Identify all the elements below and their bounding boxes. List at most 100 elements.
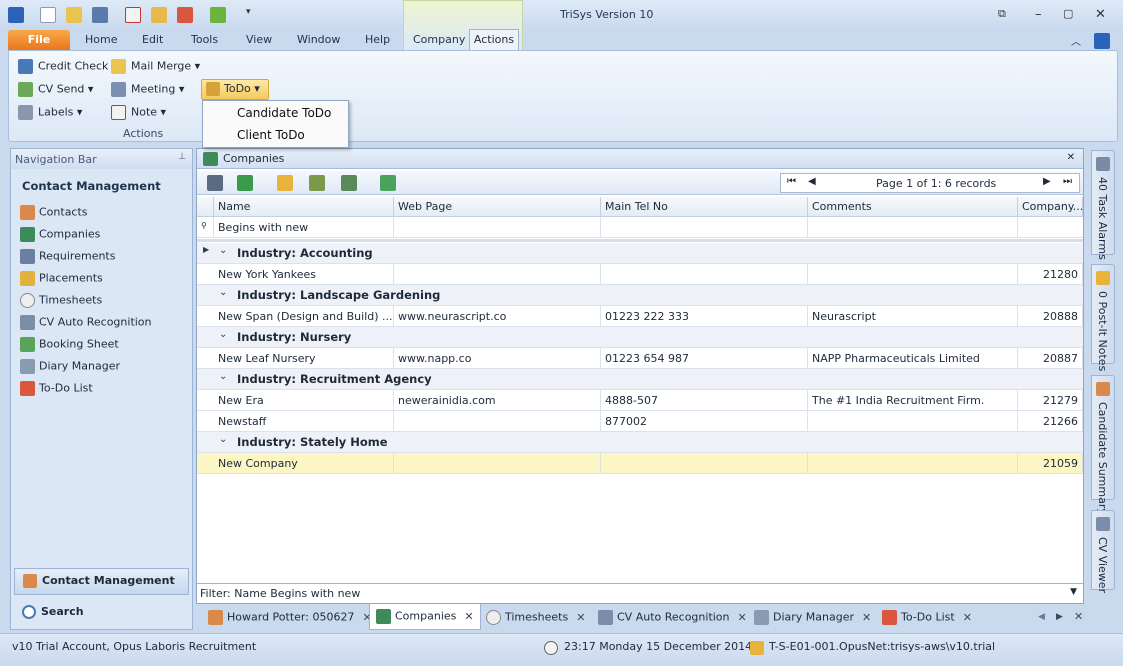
tab-edit[interactable]: Edit: [142, 33, 163, 46]
table-row-selected[interactable]: New Company 21059: [197, 453, 1083, 474]
column-header-company-id[interactable]: Company...: [1018, 197, 1083, 217]
doc-tab-diary-manager[interactable]: Diary Manager ✕: [748, 605, 877, 630]
nav-item-placements[interactable]: Placements: [20, 271, 103, 286]
open-folder-icon[interactable]: [66, 7, 82, 23]
group-row[interactable]: ⌄ Industry: Landscape Gardening: [197, 285, 1083, 306]
tab-help[interactable]: Help: [365, 33, 390, 46]
new-document-icon[interactable]: [40, 7, 56, 23]
refresh-icon[interactable]: [380, 175, 396, 191]
spell-check-icon[interactable]: [210, 7, 226, 23]
labels-button[interactable]: Labels ▾: [18, 105, 82, 120]
tab-company[interactable]: Company: [413, 33, 465, 46]
group-by-icon[interactable]: [309, 175, 325, 191]
menu-item-candidate-todo[interactable]: Candidate ToDo: [237, 106, 331, 120]
column-header-comments[interactable]: Comments: [808, 197, 1018, 217]
nav-item-todo-list[interactable]: To-Do List: [20, 381, 93, 396]
tab-window[interactable]: Window: [297, 33, 340, 46]
close-tab-icon[interactable]: ✕: [464, 610, 473, 623]
export-excel-icon[interactable]: [237, 175, 253, 191]
side-tab-post-it-notes[interactable]: 0 Post-It Notes: [1091, 264, 1115, 371]
prev-page-icon[interactable]: ◀: [808, 176, 816, 187]
meeting-button[interactable]: Meeting ▾: [111, 82, 184, 97]
first-page-icon[interactable]: ⏮: [787, 176, 796, 187]
side-tab-candidate-summary[interactable]: Candidate Summary: [1091, 375, 1115, 515]
doc-tab-todo-list[interactable]: To-Do List ✕: [876, 605, 978, 630]
print-icon[interactable]: [207, 175, 223, 191]
group-row[interactable]: ⌄ Industry: Nursery: [197, 327, 1083, 348]
close-tab-icon[interactable]: ✕: [738, 611, 747, 624]
group-row[interactable]: ⌄ Industry: Recruitment Agency: [197, 369, 1083, 390]
scroll-tabs-left-icon[interactable]: ◀: [1038, 612, 1045, 622]
group-row[interactable]: ⌄ Industry: Stately Home: [197, 432, 1083, 453]
tab-file[interactable]: File: [8, 30, 70, 50]
nav-item-cv-auto-recognition[interactable]: CV Auto Recognition: [20, 315, 152, 330]
nav-item-booking-sheet[interactable]: Booking Sheet: [20, 337, 119, 352]
column-header-web-page[interactable]: Web Page: [394, 197, 601, 217]
last-page-icon[interactable]: ⏭: [1063, 176, 1072, 187]
filter-icon[interactable]: [277, 175, 293, 191]
filter-input-web[interactable]: [394, 217, 601, 238]
tasks-icon[interactable]: [177, 7, 193, 23]
nav-button-contact-management[interactable]: Contact Management: [14, 568, 189, 595]
mail-merge-button[interactable]: Mail Merge ▾: [111, 59, 200, 74]
group-row[interactable]: ▶ ⌄ Industry: Accounting: [197, 243, 1083, 264]
tab-tools[interactable]: Tools: [191, 33, 218, 46]
close-tab-icon[interactable]: ✕: [576, 611, 585, 624]
table-row[interactable]: New Era newerainidia.com 4888-507 The #1…: [197, 390, 1083, 411]
note-button[interactable]: Note ▾: [111, 105, 166, 120]
chevron-down-icon[interactable]: ⌄: [219, 329, 227, 340]
filter-input-comments[interactable]: [808, 217, 1018, 238]
doc-tab-cv-auto-recognition[interactable]: CV Auto Recognition ✕: [592, 605, 753, 630]
doc-tab-howard-potter[interactable]: Howard Potter: 050627 ✕: [202, 605, 378, 630]
filter-input-name[interactable]: Begins with new: [214, 217, 394, 238]
column-chooser-icon[interactable]: [341, 175, 357, 191]
side-tab-task-alarms[interactable]: 40 Task Alarms: [1091, 150, 1115, 260]
calendar-icon[interactable]: [151, 7, 167, 23]
maximize-icon[interactable]: ▢: [1063, 7, 1079, 23]
chevron-down-icon[interactable]: ⌄: [219, 287, 227, 298]
nav-item-contacts[interactable]: Contacts: [20, 205, 88, 220]
filter-input-tel[interactable]: [601, 217, 808, 238]
nav-button-search[interactable]: Search: [14, 600, 189, 627]
table-row[interactable]: New York Yankees 21280: [197, 264, 1083, 285]
scroll-tabs-right-icon[interactable]: ▶: [1056, 612, 1063, 622]
close-icon[interactable]: ✕: [1095, 7, 1111, 23]
pin-icon[interactable]: ⊥: [178, 152, 186, 162]
menu-item-client-todo[interactable]: Client ToDo: [237, 128, 305, 142]
tab-view[interactable]: View: [246, 33, 272, 46]
close-tab-icon[interactable]: ✕: [862, 611, 871, 624]
nav-item-companies[interactable]: Companies: [20, 227, 100, 242]
table-row[interactable]: New Leaf Nursery www.napp.co 01223 654 9…: [197, 348, 1083, 369]
chevron-down-icon[interactable]: ⌄: [219, 245, 227, 256]
help-logo-icon[interactable]: [1094, 33, 1110, 49]
chevron-down-icon[interactable]: ⌄: [219, 434, 227, 445]
nav-item-timesheets[interactable]: Timesheets: [20, 293, 102, 308]
app-logo-icon[interactable]: [8, 7, 24, 23]
doc-tab-companies[interactable]: Companies ✕: [369, 604, 481, 630]
side-tab-cv-viewer[interactable]: CV Viewer: [1091, 510, 1115, 593]
nav-item-requirements[interactable]: Requirements: [20, 249, 115, 264]
close-panel-icon[interactable]: ✕: [1067, 152, 1075, 163]
tab-home[interactable]: Home: [85, 33, 117, 46]
next-page-icon[interactable]: ▶: [1043, 176, 1051, 187]
doc-tab-timesheets[interactable]: Timesheets ✕: [480, 605, 591, 630]
chevron-down-icon[interactable]: ▼: [1070, 587, 1077, 597]
collapse-ribbon-icon[interactable]: ︿: [1071, 33, 1081, 48]
column-header-main-tel[interactable]: Main Tel No: [601, 197, 808, 217]
credit-check-button[interactable]: Credit Check: [18, 59, 108, 74]
customize-toolbar-icon[interactable]: ▾: [246, 7, 256, 23]
todo-button[interactable]: ToDo ▾: [201, 79, 269, 100]
filter-status-bar[interactable]: Filter: Name Begins with new ▼: [197, 583, 1083, 603]
table-row[interactable]: New Span (Design and Build) ... www.neur…: [197, 306, 1083, 327]
restore-layout-icon[interactable]: ⧉: [998, 7, 1014, 23]
nav-item-diary-manager[interactable]: Diary Manager: [20, 359, 120, 374]
filter-input-id[interactable]: [1018, 217, 1083, 238]
chevron-down-icon[interactable]: ⌄: [219, 371, 227, 382]
minimize-icon[interactable]: –: [1035, 7, 1051, 23]
close-tab-icon[interactable]: ✕: [963, 611, 972, 624]
info-icon[interactable]: [125, 7, 141, 23]
tab-actions[interactable]: Actions: [469, 29, 519, 51]
close-all-tabs-icon[interactable]: ✕: [1074, 610, 1083, 623]
column-header-name[interactable]: Name: [214, 197, 394, 217]
save-icon[interactable]: [92, 7, 108, 23]
